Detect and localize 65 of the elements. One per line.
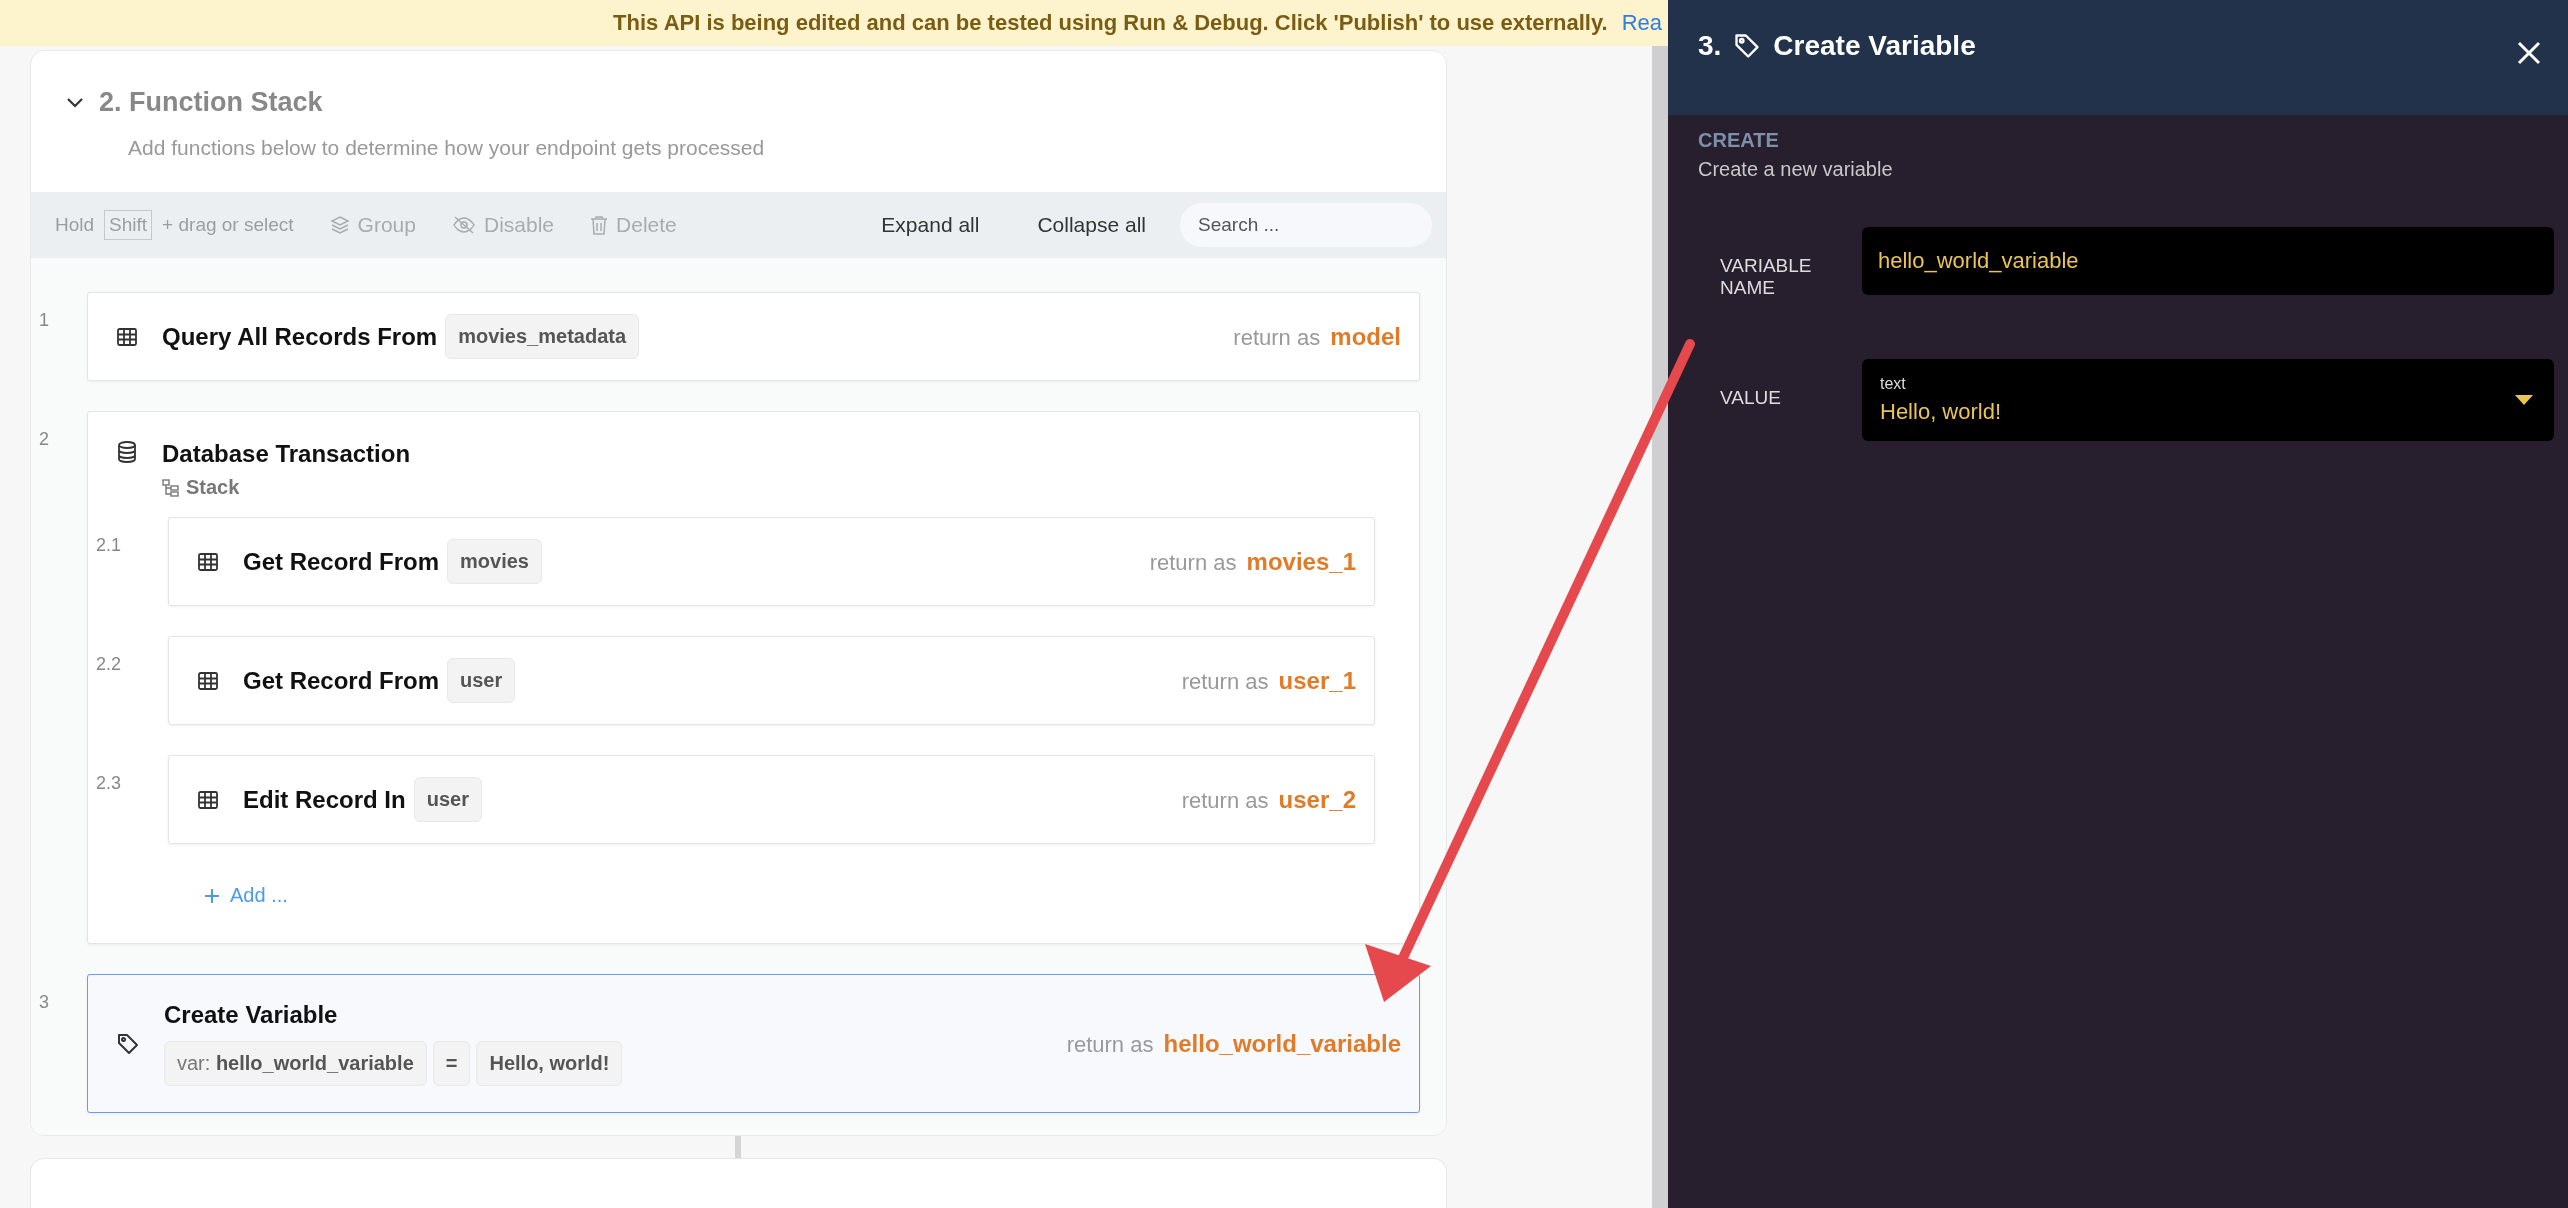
param-chip: = <box>432 1041 471 1086</box>
name-input[interactable]: hello_world_variable <box>1862 227 2554 295</box>
tag-icon <box>1733 32 1762 60</box>
layers-icon <box>329 215 350 235</box>
table-icon <box>197 788 219 811</box>
banner-text: This API is being edited and can be tested using Run & Debug. Click 'Publish' to use externally. <box>613 10 1608 36</box>
step-card[interactable]: Get Record From movies return as movies_1 <box>168 517 1375 606</box>
table-tag: user <box>413 777 482 822</box>
step-title: Database Transaction <box>162 440 411 468</box>
trash-icon <box>590 215 609 235</box>
step-title: Edit Record In <box>243 785 406 814</box>
param-chip: var: hello_world_variable <box>164 1041 427 1086</box>
drag-hint: + drag or select <box>162 214 294 236</box>
step-number: 2.2 <box>95 653 123 676</box>
section-title: 2. Function Stack <box>99 87 323 118</box>
step-card[interactable]: Query All Records From movies_metadata return as model <box>87 292 1420 381</box>
step-card[interactable]: Create Variable var: hello_world_variable = Hello, world! return as hello_world_variable <box>87 974 1420 1113</box>
step-title: Get Record From <box>243 666 440 695</box>
banner-link[interactable]: Rea <box>1621 10 1662 36</box>
stack-label: Stack <box>162 476 411 499</box>
step-number: 2 <box>38 428 50 451</box>
panel-number: 3. <box>1698 30 1722 62</box>
return-label: return as movies_1 <box>1149 547 1356 576</box>
step-number: 2.1 <box>95 534 123 557</box>
field-label: VARIABLE NAME <box>1719 254 1813 299</box>
param-chip: Hello, world! <box>476 1041 623 1086</box>
expand-all-button[interactable]: Expand all <box>881 213 980 237</box>
step-card[interactable]: Database Transaction Stack 2.1 Get Record From movies return as movies_1 2.2 Get Record From user return as user_1 2.3 Edit Record In user return as user_2 Add ... <box>87 411 1420 944</box>
eye-slash-icon <box>452 215 476 235</box>
stack-icon <box>162 478 180 497</box>
close-icon <box>2516 40 2542 66</box>
return-label: return as hello_world_variable <box>1066 1029 1401 1058</box>
value-dropdown[interactable]: text Hello, world! <box>1862 359 2554 441</box>
step-card[interactable]: Edit Record In user return as user_2 <box>168 755 1375 844</box>
plus-icon <box>204 887 220 904</box>
panel-title: Create Variable <box>1773 30 1976 62</box>
table-icon <box>197 550 219 573</box>
collapse-all-button[interactable]: Collapse all <box>1037 213 1146 237</box>
caret-icon <box>2514 394 2534 406</box>
step-number: 2.3 <box>95 772 123 795</box>
step-number: 1 <box>38 309 50 332</box>
step-title: Get Record From <box>243 547 440 576</box>
field-label: VALUE <box>1719 386 1782 409</box>
step-title: Create Variable <box>164 1001 339 1029</box>
return-label: return as user_1 <box>1181 666 1356 695</box>
table-tag: user <box>447 658 516 703</box>
chevron-icon[interactable] <box>65 95 85 110</box>
return-label: return as model <box>1233 322 1401 351</box>
return-label: return as user_2 <box>1181 785 1356 814</box>
table-icon <box>116 325 138 348</box>
table-icon <box>197 669 219 692</box>
section-subtitle: Add functions below to determine how your endpoint gets processed <box>128 136 766 160</box>
step-title: Query All Records From <box>162 322 438 351</box>
shift-key: Shift <box>104 210 153 240</box>
scrollbar[interactable] <box>1652 46 1668 1208</box>
section-label: CREATE <box>1698 129 1780 152</box>
database-icon <box>116 440 138 464</box>
hold-label: Hold <box>55 214 95 236</box>
step-number: 3 <box>38 991 50 1014</box>
table-tag: movies <box>447 539 542 584</box>
section-description: Create a new variable <box>1698 158 1894 181</box>
step-card[interactable]: Get Record From user return as user_1 <box>168 636 1375 725</box>
search-field[interactable]: Search ... <box>1180 203 1432 247</box>
tag-icon <box>116 1031 140 1056</box>
table-tag: movies_metadata <box>445 314 640 359</box>
